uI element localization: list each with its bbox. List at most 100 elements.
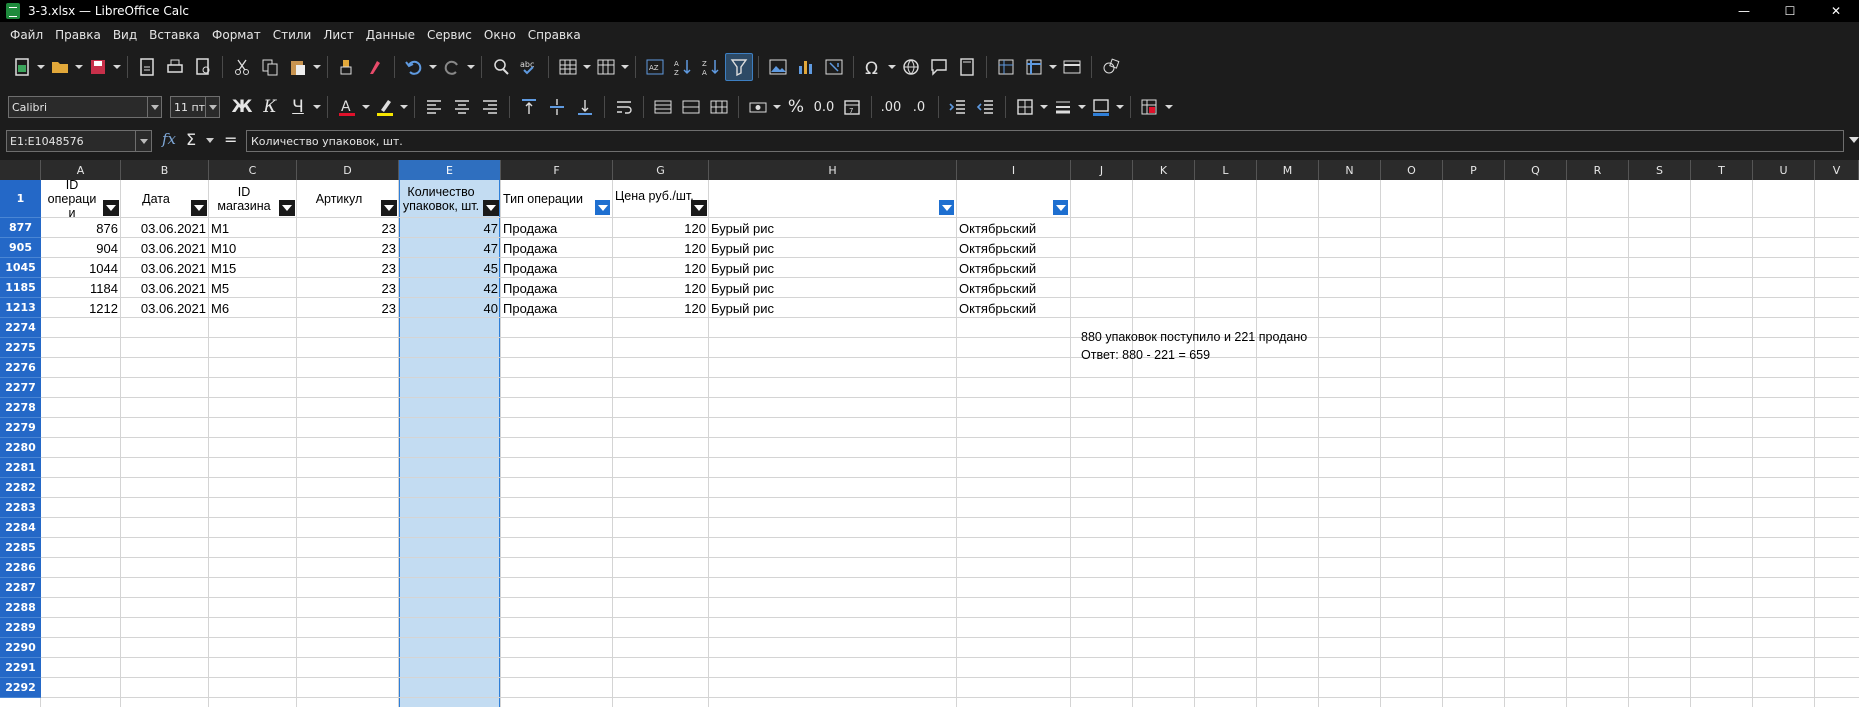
header-cell-b[interactable]: Дата	[123, 181, 189, 217]
underline-dropdown[interactable]	[312, 93, 322, 121]
formula-input[interactable]: Количество упаковок, шт.	[246, 130, 1844, 152]
wrap-text-icon[interactable]	[610, 93, 638, 121]
column-header-h[interactable]: H	[709, 160, 957, 180]
currency-dropdown[interactable]	[772, 93, 782, 121]
table-cell-f[interactable]: Продажа	[501, 238, 612, 258]
table-cell-d[interactable]: 23	[297, 238, 398, 258]
row-header-1[interactable]: 1	[0, 180, 41, 218]
open-folder-icon[interactable]	[46, 53, 74, 81]
menu-styles[interactable]: Стили	[267, 28, 318, 42]
table-cell-a[interactable]: 1212	[41, 298, 120, 318]
column-header-q[interactable]: Q	[1505, 160, 1567, 180]
minimize-button[interactable]: —	[1721, 0, 1767, 22]
row-header-2285[interactable]: 2285	[0, 538, 41, 558]
menu-edit[interactable]: Правка	[49, 28, 107, 42]
header-cell-f[interactable]: Тип операции	[503, 181, 595, 217]
table-cell-b[interactable]: 03.06.2021	[121, 218, 208, 238]
row-icon[interactable]	[554, 53, 582, 81]
row-header-2286[interactable]: 2286	[0, 558, 41, 578]
expand-formula-bar-icon[interactable]	[1849, 137, 1859, 143]
increase-indent-icon[interactable]	[944, 93, 972, 121]
row-header-2279[interactable]: 2279	[0, 418, 41, 438]
name-box-dropdown-icon[interactable]	[135, 131, 151, 151]
table-cell-i[interactable]: Октябрьский	[957, 218, 1070, 238]
open-dropdown[interactable]	[74, 53, 84, 81]
pivot-table-icon[interactable]	[820, 53, 848, 81]
align-top-icon[interactable]	[515, 93, 543, 121]
row-header-2287[interactable]: 2287	[0, 578, 41, 598]
merge-cells-icon[interactable]	[677, 93, 705, 121]
clone-formatting-icon[interactable]	[333, 53, 361, 81]
percent-format-button[interactable]: %	[782, 93, 810, 121]
column-header-c[interactable]: C	[209, 160, 297, 180]
align-bottom-icon[interactable]	[571, 93, 599, 121]
column-header-r[interactable]: R	[1567, 160, 1629, 180]
table-cell-b[interactable]: 03.06.2021	[121, 258, 208, 278]
hyperlink-icon[interactable]	[897, 53, 925, 81]
menu-insert[interactable]: Вставка	[143, 28, 206, 42]
row-header-2288[interactable]: 2288	[0, 598, 41, 618]
autofilter-button-i[interactable]	[1053, 200, 1068, 215]
border-style-icon[interactable]	[1049, 93, 1077, 121]
borders-icon[interactable]	[1011, 93, 1039, 121]
table-cell-a[interactable]: 1184	[41, 278, 120, 298]
number-format-button[interactable]: 0.0	[810, 93, 838, 121]
table-cell-i[interactable]: Октябрьский	[957, 278, 1070, 298]
table-cell-f[interactable]: Продажа	[501, 258, 612, 278]
table-cell-h[interactable]: Бурый рис	[709, 238, 956, 258]
table-cell-i[interactable]: Октябрьский	[957, 298, 1070, 318]
row-header-2290[interactable]: 2290	[0, 638, 41, 658]
paste-dropdown[interactable]	[312, 53, 322, 81]
row-header-2292[interactable]: 2292	[0, 678, 41, 698]
conditional-format-icon[interactable]	[1136, 93, 1164, 121]
menu-view[interactable]: Вид	[107, 28, 143, 42]
menu-format[interactable]: Формат	[206, 28, 267, 42]
copy-icon[interactable]	[256, 53, 284, 81]
table-cell-g[interactable]: 120	[613, 218, 708, 238]
save-icon[interactable]	[84, 53, 112, 81]
column-header-m[interactable]: M	[1257, 160, 1319, 180]
autofilter-button-b[interactable]	[191, 200, 207, 216]
date-format-icon[interactable]: 7	[838, 93, 866, 121]
table-cell-d[interactable]: 23	[297, 278, 398, 298]
table-cell-e[interactable]: 42	[399, 278, 500, 298]
split-window-icon[interactable]	[1058, 53, 1086, 81]
maximize-button[interactable]: ☐	[1767, 0, 1813, 22]
column-header-e[interactable]: E	[399, 160, 501, 180]
menu-window[interactable]: Окно	[478, 28, 522, 42]
align-center-icon[interactable]	[448, 93, 476, 121]
row-header-2276[interactable]: 2276	[0, 358, 41, 378]
undo-dropdown[interactable]	[428, 53, 438, 81]
table-cell-a[interactable]: 1044	[41, 258, 120, 278]
table-cell-i[interactable]: Октябрьский	[957, 238, 1070, 258]
column-header-g[interactable]: G	[613, 160, 709, 180]
define-print-area-icon[interactable]	[992, 53, 1020, 81]
name-box[interactable]: E1:E1048576	[6, 130, 152, 152]
special-character-dropdown[interactable]	[887, 53, 897, 81]
header-footer-icon[interactable]	[953, 53, 981, 81]
table-cell-c[interactable]: M5	[209, 278, 296, 298]
underline-button[interactable]: Ч	[284, 93, 312, 121]
sort-icon[interactable]: AZ	[641, 53, 669, 81]
table-cell-d[interactable]: 23	[297, 258, 398, 278]
table-cell-c[interactable]: M10	[209, 238, 296, 258]
table-cell-h[interactable]: Бурый рис	[709, 258, 956, 278]
column-header-o[interactable]: O	[1381, 160, 1443, 180]
borders-dropdown[interactable]	[1039, 93, 1049, 121]
table-cell-b[interactable]: 03.06.2021	[121, 238, 208, 258]
row-header-1045[interactable]: 1045	[0, 258, 41, 278]
column-header-p[interactable]: P	[1443, 160, 1505, 180]
autofilter-icon[interactable]	[725, 53, 753, 81]
table-cell-f[interactable]: Продажа	[501, 278, 612, 298]
column-header-t[interactable]: T	[1691, 160, 1753, 180]
spelling-icon[interactable]: abc	[515, 53, 543, 81]
table-cell-i[interactable]: Октябрьский	[957, 258, 1070, 278]
row-header-2289[interactable]: 2289	[0, 618, 41, 638]
row-header-877[interactable]: 877	[0, 218, 41, 238]
align-right-icon[interactable]	[476, 93, 504, 121]
clear-formatting-icon[interactable]	[361, 53, 389, 81]
merge-center-icon[interactable]	[649, 93, 677, 121]
print-preview-icon[interactable]	[189, 53, 217, 81]
menu-sheet[interactable]: Лист	[317, 28, 359, 42]
conditional-format-dropdown[interactable]	[1164, 93, 1174, 121]
